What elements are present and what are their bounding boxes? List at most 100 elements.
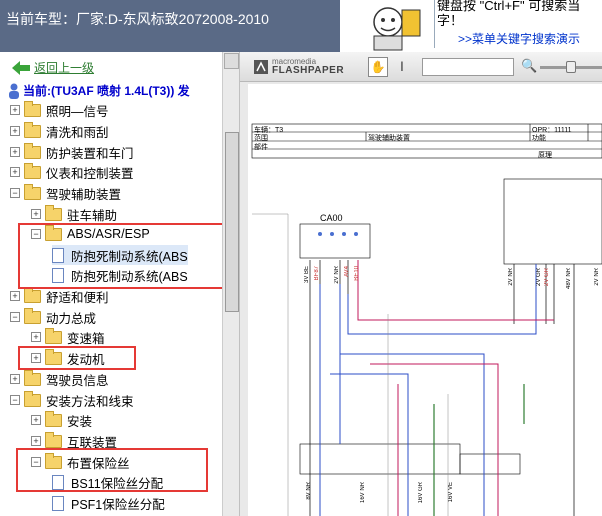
document-icon xyxy=(52,495,64,511)
current-path-label: 当前:(TU3AF 喷射 1.4L(T3)) 发 xyxy=(23,84,190,98)
tree-item[interactable]: + 清洗和雨刮 xyxy=(10,121,109,141)
tree-item-label: 安装 xyxy=(67,414,93,429)
expand-icon[interactable]: + xyxy=(10,167,20,177)
wire-label: AV4 xyxy=(344,266,350,277)
car-info-panel: 当前车型：厂家:D-东风标致2072008-2010 xyxy=(0,0,340,52)
folder-icon xyxy=(24,369,41,386)
folder-icon xyxy=(45,431,62,448)
tree-item-label: 驾驶辅助装置 xyxy=(46,187,122,202)
person-icon xyxy=(9,83,19,99)
wire-label: BF87 xyxy=(314,266,320,281)
tree-item-label: 动力总成 xyxy=(46,311,97,326)
tree-item-label: 舒适和便利 xyxy=(46,290,109,305)
tree-item-label: PSF1保险丝分配 xyxy=(71,497,165,512)
wire-label: 2V GR xyxy=(536,268,542,287)
page-number-input[interactable] xyxy=(422,58,514,76)
document-page: 车辆：T3 OPR：11111 范围 驾驶辅助装置 功能 部件 原理 CA00 … xyxy=(248,84,602,516)
zoom-icon[interactable]: 🔍 xyxy=(521,58,537,74)
expand-icon[interactable]: + xyxy=(10,374,20,384)
viewer-toolbar: macromedia FLASHPAPER ✋ I 🔍 xyxy=(240,52,602,82)
folder-icon xyxy=(24,390,41,407)
wire-label: 16V NR xyxy=(360,482,366,504)
tree-item[interactable]: + 驾驶员信息 xyxy=(10,369,109,389)
collapse-icon[interactable]: − xyxy=(10,312,20,322)
logo-text: FLASHPAPER xyxy=(272,65,345,76)
folder-icon xyxy=(45,204,62,221)
expand-icon[interactable]: + xyxy=(10,291,20,301)
folder-icon xyxy=(24,142,41,159)
collapse-icon[interactable]: − xyxy=(10,188,20,198)
folder-icon xyxy=(24,183,41,200)
wire-label: 2V NR xyxy=(334,266,340,284)
folder-icon xyxy=(45,410,62,427)
current-car-label: 当前车型：厂家:D-东风标致2072008-2010 xyxy=(6,11,269,27)
tree-item-label: 驾驶员信息 xyxy=(46,373,109,388)
navigation-tree: 返回上一级 当前:(TU3AF 喷射 1.4L(T3)) 发 + 照明—信号 + 清洗… xyxy=(0,52,240,516)
tree-item[interactable]: PSF1保险丝分配 xyxy=(52,493,165,513)
tree-item-label: 驻车辅助 xyxy=(67,208,118,223)
tree-item[interactable]: − 安装方法和线束 xyxy=(10,390,134,410)
system-cell: 驾驶辅助装置 xyxy=(368,135,410,142)
highlight-box-fuses xyxy=(16,448,208,492)
mascot-icon xyxy=(373,7,421,51)
part-cell: 部件 xyxy=(254,144,268,151)
expand-icon[interactable]: + xyxy=(10,147,20,157)
flashpaper-logo-icon xyxy=(254,60,268,74)
tree-item[interactable]: + 仪表和控制装置 xyxy=(10,162,134,182)
component-label: CA00 xyxy=(320,213,343,223)
wire-label: 16V GR xyxy=(418,482,424,504)
back-label: 返回上一级 xyxy=(34,61,95,75)
folder-icon xyxy=(24,121,41,138)
current-path: 当前:(TU3AF 喷射 1.4L(T3)) 发 xyxy=(8,82,190,99)
hand-tool-icon[interactable]: ✋ xyxy=(368,57,388,77)
highlight-box-abs xyxy=(18,223,239,289)
expand-icon[interactable]: + xyxy=(31,415,41,425)
tree-item[interactable]: + 防护装置和车门 xyxy=(10,142,134,162)
keyword-search-demo-link[interactable]: >>菜单关键字搜索演示 xyxy=(458,30,580,47)
tree-item-label: 变速箱 xyxy=(67,331,105,346)
tree-item[interactable]: + 照明—信号 xyxy=(10,100,109,120)
tree-scrollbar[interactable] xyxy=(222,52,239,516)
wire-label: 2V GR xyxy=(544,268,550,287)
expand-icon[interactable]: + xyxy=(31,332,41,342)
tree-item[interactable]: + 驻车辅助 xyxy=(31,204,117,224)
wire-label: BE10 xyxy=(354,266,360,281)
search-tip-text-2: 字！ xyxy=(437,13,464,28)
function-cell: 功能 xyxy=(532,135,546,142)
tree-item-label: 仪表和控制装置 xyxy=(46,166,134,181)
wire-label: 48V NR xyxy=(566,268,572,290)
tree-item-label: 照明—信号 xyxy=(46,104,109,119)
expand-icon[interactable]: + xyxy=(31,209,41,219)
tree-item[interactable]: + 安装 xyxy=(31,410,92,430)
folder-icon xyxy=(45,327,62,344)
folder-icon xyxy=(24,162,41,179)
folder-icon xyxy=(24,307,41,324)
folder-icon xyxy=(24,286,41,303)
scroll-thumb[interactable] xyxy=(225,132,239,312)
tree-item-label: 清洗和雨刮 xyxy=(46,125,109,140)
wire-label: 16V VE xyxy=(448,482,454,503)
back-button[interactable]: 返回上一级 xyxy=(12,59,94,76)
back-arrow-icon xyxy=(12,60,30,75)
wire-label: 2V NR xyxy=(594,268,600,286)
tree-item[interactable]: − 动力总成 xyxy=(10,307,96,327)
tree-item[interactable]: + 变速箱 xyxy=(31,327,105,347)
zoom-slider-knob[interactable] xyxy=(566,61,576,73)
tree-item-label: 防护装置和车门 xyxy=(46,146,134,161)
highlight-box-engine xyxy=(18,346,136,370)
wire-label: 3V BE xyxy=(304,266,310,284)
tree-item[interactable]: − 驾驶辅助装置 xyxy=(10,183,121,203)
tree-item-label: 安装方法和线束 xyxy=(46,394,134,409)
wire-label: 8V NR xyxy=(306,482,312,500)
document-viewer: macromedia FLASHPAPER ✋ I 🔍 车辆：T3 OPR：11… xyxy=(240,52,602,516)
wire-label: 2V NR xyxy=(508,268,514,286)
scroll-up-icon[interactable] xyxy=(224,53,239,69)
collapse-icon[interactable]: − xyxy=(10,395,20,405)
top-bar: 当前车型：厂家:D-东风标致2072008-2010 键盘按 "Ctrl+F" … xyxy=(0,0,602,52)
tree-item[interactable]: + 舒适和便利 xyxy=(10,286,109,306)
expand-icon[interactable]: + xyxy=(31,436,41,446)
expand-icon[interactable]: + xyxy=(10,105,20,115)
text-select-icon[interactable]: I xyxy=(400,58,404,74)
wiring-diagram xyxy=(251,123,602,516)
expand-icon[interactable]: + xyxy=(10,126,20,136)
